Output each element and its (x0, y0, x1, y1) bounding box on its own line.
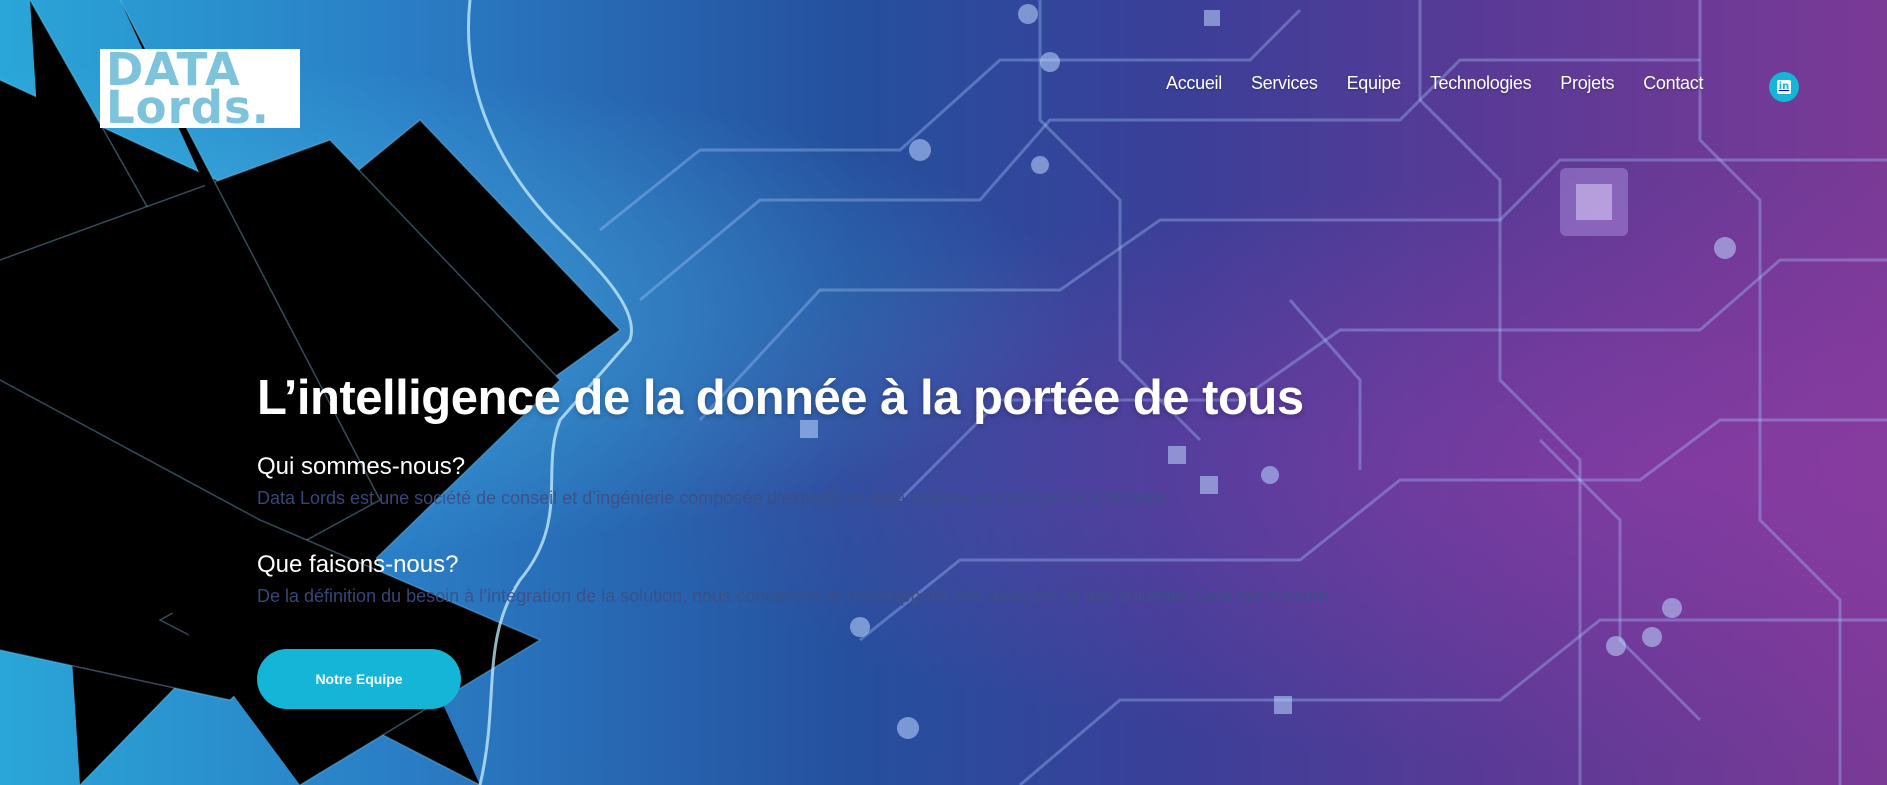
what-text: De la définition du besoin à l’intégrati… (257, 586, 1334, 606)
site-logo[interactable]: DATA Lords. (100, 47, 300, 134)
nav-item-equipe[interactable]: Equipe (1347, 73, 1402, 94)
who-text: Data Lords est une société de conseil et… (257, 488, 1172, 508)
nav-item-services[interactable]: Services (1251, 73, 1318, 94)
nav-item-technologies[interactable]: Technologies (1430, 73, 1532, 94)
team-button[interactable]: Notre Equipe (257, 649, 461, 709)
nav-item-accueil[interactable]: Accueil (1166, 73, 1222, 94)
what-heading: Que faisons-nous? (257, 551, 459, 578)
nav-item-contact[interactable]: Contact (1643, 73, 1703, 94)
hero-title: L’intelligence de la donnée à la portée … (257, 371, 1304, 425)
nav-item-projets[interactable]: Projets (1560, 73, 1614, 94)
main-navigation: Accueil Services Equipe Technologies Pro… (1166, 73, 1732, 94)
who-heading: Qui sommes-nous? (257, 453, 466, 480)
linkedin-icon: in (1777, 80, 1791, 94)
logo-text-line2: Lords. (106, 81, 270, 134)
linkedin-button[interactable]: in (1769, 72, 1799, 102)
